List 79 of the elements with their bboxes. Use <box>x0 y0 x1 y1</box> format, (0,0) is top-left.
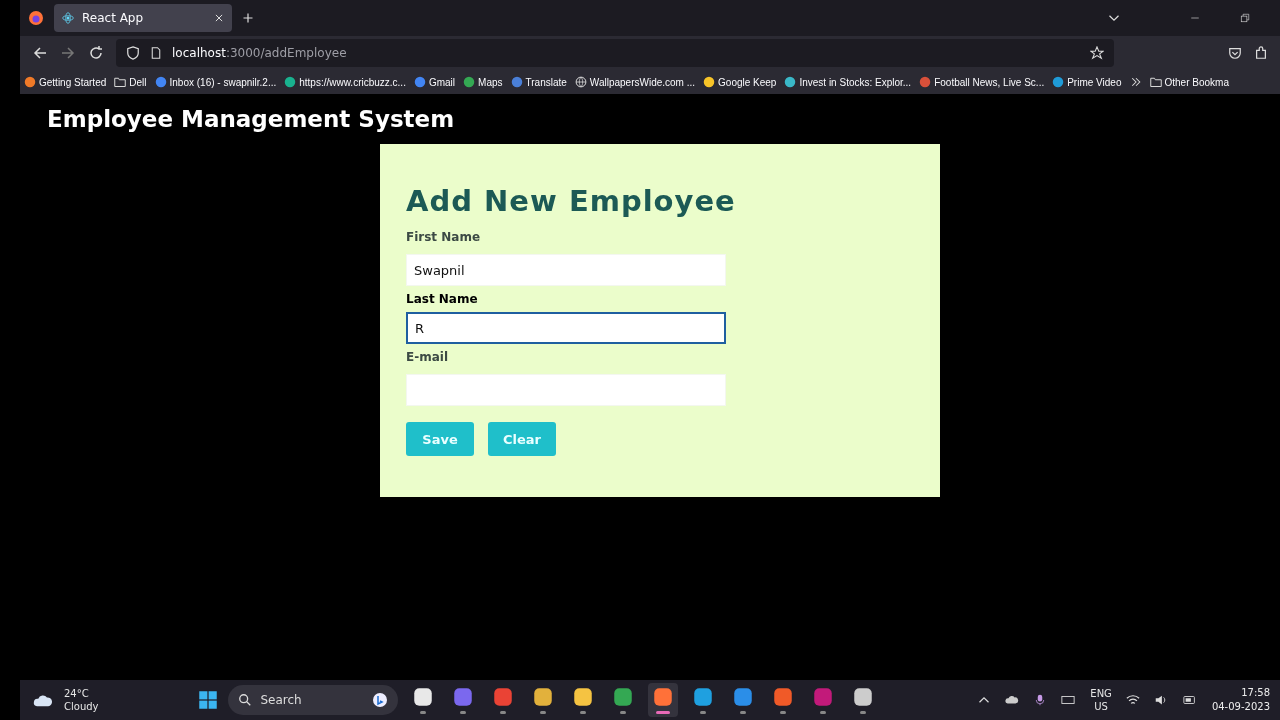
microphone-icon <box>1034 693 1047 707</box>
field-label: Last Name <box>406 292 479 306</box>
keyboard-icon <box>1060 693 1077 707</box>
app-icon <box>573 686 594 707</box>
app-icon <box>533 686 554 707</box>
bookmark[interactable]: Translate <box>510 76 567 88</box>
site-icon <box>463 76 476 88</box>
app-icon <box>413 686 434 707</box>
app-icon <box>653 686 674 707</box>
cloud-icon <box>1004 693 1021 707</box>
pocket-icon[interactable] <box>1228 46 1242 60</box>
site-icon <box>703 76 716 88</box>
app-icon <box>493 686 514 707</box>
site-icon <box>510 76 523 88</box>
site-icon <box>284 76 297 88</box>
globe-icon <box>574 76 587 88</box>
search-placeholder: Search <box>260 693 303 707</box>
shield-icon <box>126 46 140 60</box>
language-text: ENG <box>1090 687 1112 700</box>
browser-tab[interactable]: React App <box>54 4 232 32</box>
url-text: localhost:3000/addEmployee <box>172 46 348 60</box>
address-bar[interactable]: localhost:3000/addEmployee <box>116 39 1114 67</box>
region-text: US <box>1094 700 1108 713</box>
atom-icon <box>62 12 74 24</box>
clock-time: 17:58 <box>1241 686 1270 700</box>
site-icon <box>919 76 932 88</box>
tab-title: React App <box>82 11 145 25</box>
reload-icon[interactable] <box>88 45 104 61</box>
site-icon <box>1052 76 1065 88</box>
restore-icon[interactable] <box>1240 13 1250 23</box>
page-icon <box>150 47 162 59</box>
forward-icon[interactable] <box>60 45 76 61</box>
bookmark[interactable]: Other Bookma <box>1149 76 1229 88</box>
bookmark[interactable]: Prime Video <box>1052 76 1122 88</box>
app-icon <box>773 686 794 707</box>
clock-date: 04-09-2023 <box>1211 700 1270 714</box>
bookmark[interactable]: WallpapersWide.com ... <box>574 76 696 88</box>
bookmark[interactable]: https://www.cricbuzz.c... <box>284 76 406 88</box>
taskbar-search[interactable]: Search <box>228 685 399 715</box>
site-icon <box>24 76 36 88</box>
star-icon[interactable] <box>1090 46 1104 60</box>
plus-icon[interactable] <box>242 12 254 24</box>
app-icon <box>613 686 634 707</box>
chevrons-icon[interactable] <box>1129 76 1142 88</box>
form-title: Add New Employee <box>406 184 737 218</box>
bookmark[interactable]: Gmail <box>413 76 456 88</box>
weather-text: Cloudy <box>64 700 99 713</box>
bookmark[interactable]: Maps <box>463 76 503 88</box>
site-icon <box>154 76 167 88</box>
bookmark[interactable]: Getting Started <box>24 76 107 88</box>
bookmark[interactable]: Google Keep <box>703 76 777 88</box>
bookmark[interactable]: Dell <box>114 76 147 88</box>
app-icon <box>813 686 834 707</box>
bookmark[interactable]: Inbox (16) - swapnilr.2... <box>154 76 277 88</box>
app-icon <box>853 686 874 707</box>
temperature: 24°C <box>64 687 90 700</box>
taskbar-app[interactable] <box>648 683 679 717</box>
bookmark[interactable]: Invest in Stocks: Explor... <box>784 76 912 88</box>
wifi-icon <box>1125 693 1140 707</box>
speaker-icon <box>1153 693 1168 707</box>
input-field[interactable] <box>406 374 726 406</box>
app-icon <box>453 686 474 707</box>
folder-icon <box>114 76 127 88</box>
search-icon <box>238 693 253 707</box>
bookmark[interactable]: Football News, Live Sc... <box>919 76 1045 88</box>
folder-icon <box>1149 76 1162 88</box>
site-icon <box>413 76 426 88</box>
battery-icon <box>1181 693 1198 707</box>
app-title: Employee Management System <box>47 106 456 132</box>
input-field[interactable]: R <box>406 312 726 344</box>
field-label: First Name <box>406 230 482 244</box>
app-icon <box>733 686 754 707</box>
windows-icon[interactable] <box>198 690 219 710</box>
back-icon[interactable] <box>32 45 48 61</box>
close-icon[interactable] <box>214 13 224 23</box>
site-icon <box>784 76 797 88</box>
app-icon <box>693 686 714 707</box>
field-label: E-mail <box>406 350 449 364</box>
input-field[interactable]: Swapnil <box>406 254 726 286</box>
